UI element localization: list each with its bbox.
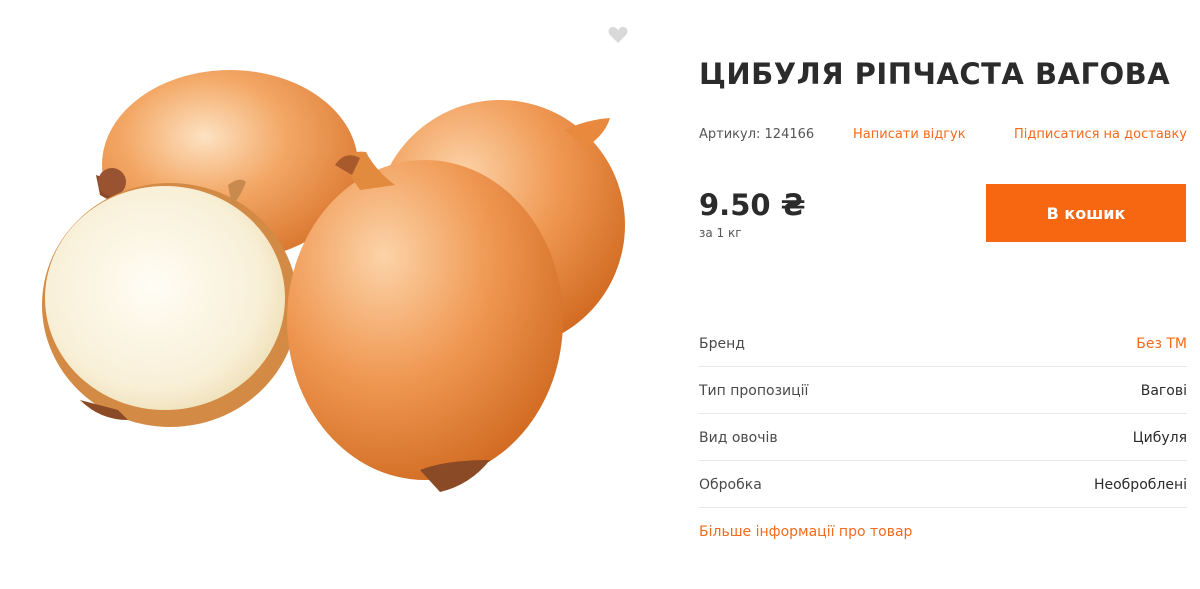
product-sku: Артикул: 124166 [699,127,815,142]
spec-row-offer-type: Тип пропозиції Вагові [699,367,1187,414]
more-info-link[interactable]: Більше інформації про товар [699,524,912,540]
subscribe-delivery-link[interactable]: Підписатися на доставку [1014,127,1187,142]
onion-illustration [42,70,625,492]
price-unit: за 1 кг [699,226,742,240]
spec-row-brand: Бренд Без ТМ [699,320,1187,367]
heart-icon[interactable] [607,25,629,45]
product-meta: Артикул: 124166 Написати відгук Підписат… [699,125,1187,145]
product-specs: Бренд Без ТМ Тип пропозиції Вагові Вид о… [699,320,1187,508]
spec-key: Бренд [699,336,745,352]
spec-value: Вагові [1140,383,1187,399]
write-review-link[interactable]: Написати відгук [853,127,966,142]
spec-key: Обробка [699,477,762,493]
spec-value: Необроблені [1093,477,1187,493]
spec-key: Тип пропозиції [699,383,809,399]
product-title: ЦИБУЛЯ РІПЧАСТА ВАГОВА [699,57,1171,91]
spec-value-brand-link[interactable]: Без ТМ [1136,336,1187,352]
spec-key: Вид овочів [699,430,778,446]
product-price: 9.50 ₴ [699,188,806,222]
product-image [0,0,640,589]
spec-row-processing: Обробка Необроблені [699,461,1187,508]
add-to-cart-button[interactable]: В кошик [986,184,1186,242]
spec-row-vegetable-type: Вид овочів Цибуля [699,414,1187,461]
spec-value: Цибуля [1132,430,1187,446]
